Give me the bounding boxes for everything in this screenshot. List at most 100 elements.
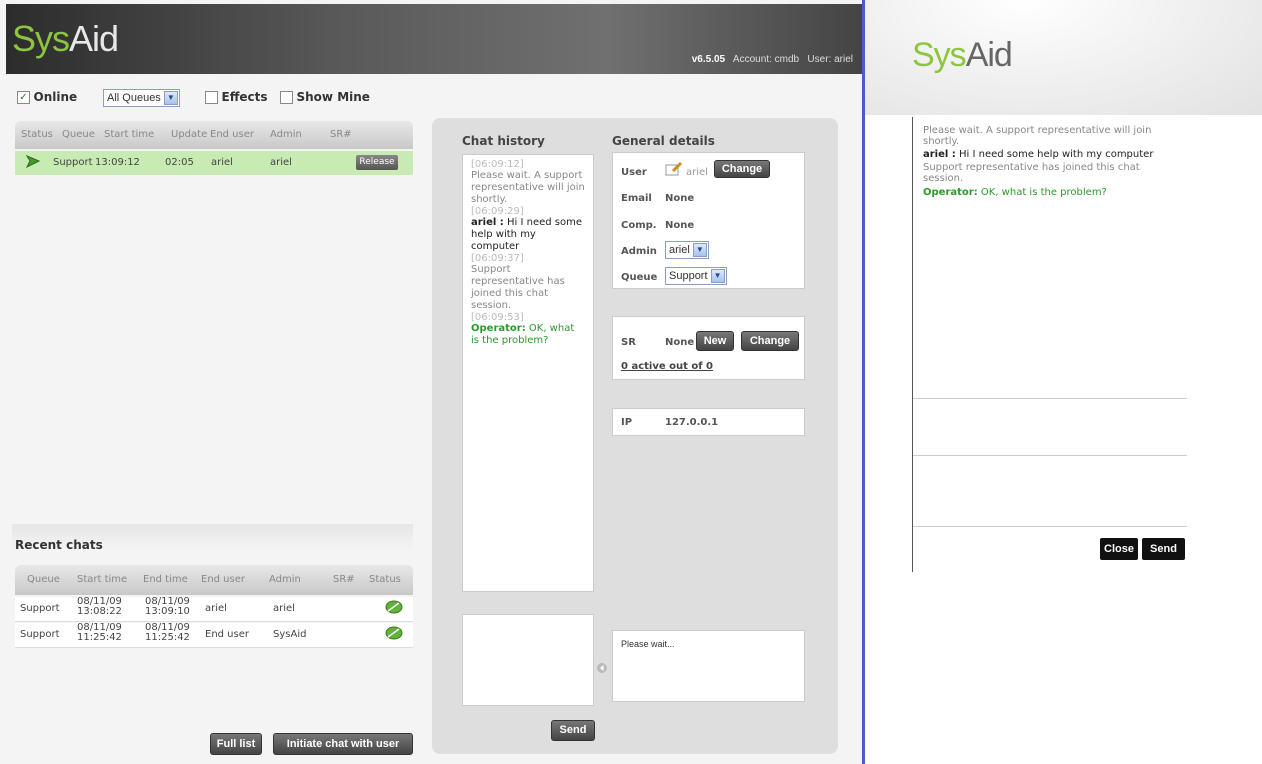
- general-details-box: User ariel Change Email None Comp. None …: [612, 152, 805, 289]
- row-update: 02:05: [165, 157, 194, 168]
- account-label: Account: cmdb: [732, 54, 800, 65]
- chevron-down-icon: ▼: [710, 269, 725, 283]
- col-queue: Queue: [62, 129, 95, 140]
- recent-chats-table: Queue Start time End time End user Admin…: [15, 565, 413, 651]
- msg-text: Please wait. A support representative wi…: [923, 125, 1152, 147]
- admin-console: SysAid v6.5.05 Account: cmdb User: ariel…: [0, 0, 864, 764]
- show-mine-checkbox[interactable]: [280, 90, 293, 104]
- user-message-input[interactable]: [913, 455, 1187, 527]
- sysaid-logo: SysAid: [912, 36, 1013, 74]
- queue-field-label: Queue: [621, 272, 658, 283]
- admin-select[interactable]: ariel ▼: [665, 241, 709, 259]
- chevron-down-icon: ▼: [692, 243, 707, 257]
- chat-history-title: Chat history: [462, 134, 545, 148]
- col-start: Start time: [77, 574, 128, 585]
- col-start: Start time: [104, 129, 155, 140]
- col-admin: Admin: [270, 129, 302, 140]
- col-end-user: End user: [201, 574, 245, 585]
- chat-bubble-icon: [25, 151, 43, 175]
- row-queue: Support: [53, 157, 93, 168]
- active-chat-row[interactable]: Support 13:09:12 02:05 ariel ariel Relea…: [15, 151, 413, 175]
- online-checkbox[interactable]: ✓: [17, 90, 30, 104]
- recent-chat-row[interactable]: Support 08/11/09 11:25:42 08/11/09 11:25:4…: [15, 623, 413, 648]
- sr-field-label: SR: [621, 337, 636, 348]
- chat-history-log: [06:09:12] Please wait. A support repres…: [462, 154, 594, 592]
- col-end-user: End user: [210, 129, 254, 140]
- effects-toggle[interactable]: Effects: [205, 90, 268, 104]
- show-mine-toggle[interactable]: Show Mine: [280, 90, 370, 104]
- msg-text: Support representative has joined this c…: [923, 162, 1140, 184]
- active-chats-table: Status Queue Start time Update End user …: [15, 121, 413, 177]
- msg-sender: ariel :: [923, 149, 956, 160]
- msg-time: [06:09:29]: [471, 206, 524, 217]
- row-queue: Support: [20, 629, 60, 640]
- edit-user-icon[interactable]: [665, 161, 683, 180]
- initiate-chat-button[interactable]: Initiate chat with user: [273, 733, 413, 755]
- active-sr-link[interactable]: 0 active out of 0: [621, 361, 713, 372]
- queue-select[interactable]: Support ▼: [665, 267, 727, 285]
- queue-select-value: Support: [669, 270, 708, 282]
- new-sr-button[interactable]: New: [696, 331, 734, 351]
- row-admin: ariel: [270, 157, 292, 168]
- msg-text: Hi I need some help with my computer: [959, 149, 1154, 160]
- col-sr: SR#: [330, 129, 352, 140]
- chat-detail-panel: Chat history [06:09:12] Please wait. A s…: [432, 118, 838, 754]
- send-button[interactable]: Send: [551, 720, 595, 741]
- user-send-button[interactable]: Send: [1142, 538, 1185, 560]
- col-update: Update: [171, 129, 208, 140]
- col-queue: Queue: [27, 574, 60, 585]
- col-status: Status: [21, 129, 53, 140]
- general-details-title: General details: [612, 134, 715, 148]
- msg-sender: Operator:: [923, 187, 978, 198]
- comp-field-label: Comp.: [621, 220, 657, 231]
- row-queue: Support: [20, 603, 60, 614]
- user-chat-log: Please wait. A support representative wi…: [913, 117, 1187, 399]
- row-admin: SysAid: [273, 629, 307, 640]
- header-bar: SysAid v6.5.05 Account: cmdb User: ariel: [6, 4, 863, 74]
- user-chat-area: Please wait. A support representative wi…: [912, 117, 1187, 572]
- queue-filter-select[interactable]: All Queues ▼: [103, 89, 180, 107]
- leaf-status-icon: [385, 625, 403, 644]
- change-user-button[interactable]: Change: [714, 160, 770, 178]
- user-header: SysAid: [865, 0, 1262, 115]
- row-end: 08/11/09 13:09:10: [145, 596, 190, 617]
- row-start: 08/11/09 11:25:42: [77, 622, 122, 643]
- col-sr: SR#: [333, 574, 355, 585]
- admin-select-value: ariel: [669, 244, 690, 256]
- row-admin: ariel: [273, 603, 295, 614]
- insert-arrow-icon[interactable]: [596, 662, 608, 677]
- effects-label: Effects: [221, 90, 268, 104]
- ip-field-value: 127.0.0.1: [665, 417, 719, 428]
- close-button[interactable]: Close: [1100, 538, 1138, 560]
- row-end: 08/11/09 11:25:42: [145, 622, 190, 643]
- canned-response-box[interactable]: Please wait...: [612, 630, 805, 702]
- row-start: 13:09:12: [95, 157, 140, 168]
- release-button[interactable]: Release: [356, 155, 398, 170]
- account-info: v6.5.05 Account: cmdb User: ariel: [692, 54, 853, 65]
- comp-field-value: None: [665, 220, 695, 231]
- queue-filter-value: All Queues: [107, 92, 161, 104]
- email-field-label: Email: [621, 193, 652, 204]
- version-label: v6.5.05: [691, 54, 726, 65]
- msg-sender: Operator:: [471, 323, 526, 334]
- ip-box: IP 127.0.0.1: [612, 408, 805, 436]
- col-admin: Admin: [269, 574, 301, 585]
- recent-chat-row[interactable]: Support 08/11/09 13:08:22 08/11/09 13:09:1…: [15, 597, 413, 622]
- row-start: 08/11/09 13:08:22: [77, 596, 122, 617]
- show-mine-label: Show Mine: [296, 90, 370, 104]
- end-user-chat-window: SysAid Please wait. A support representa…: [865, 0, 1262, 764]
- msg-sender: ariel :: [471, 217, 504, 228]
- change-sr-button[interactable]: Change: [741, 331, 799, 351]
- message-input[interactable]: [462, 614, 594, 706]
- effects-checkbox[interactable]: [205, 90, 218, 104]
- active-chats-header: Status Queue Start time Update End user …: [15, 121, 413, 149]
- msg-time: [06:09:12]: [471, 159, 524, 170]
- msg-text: Support representative has joined this c…: [471, 264, 565, 311]
- online-toggle[interactable]: ✓ Online: [17, 90, 77, 104]
- user-label: User: ariel: [807, 54, 853, 65]
- admin-field-label: Admin: [621, 246, 657, 257]
- recent-chats-header: Queue Start time End time End user Admin…: [15, 565, 413, 595]
- ip-field-label: IP: [621, 417, 633, 428]
- full-list-button[interactable]: Full list: [210, 733, 262, 755]
- sysaid-logo: SysAid: [12, 18, 119, 59]
